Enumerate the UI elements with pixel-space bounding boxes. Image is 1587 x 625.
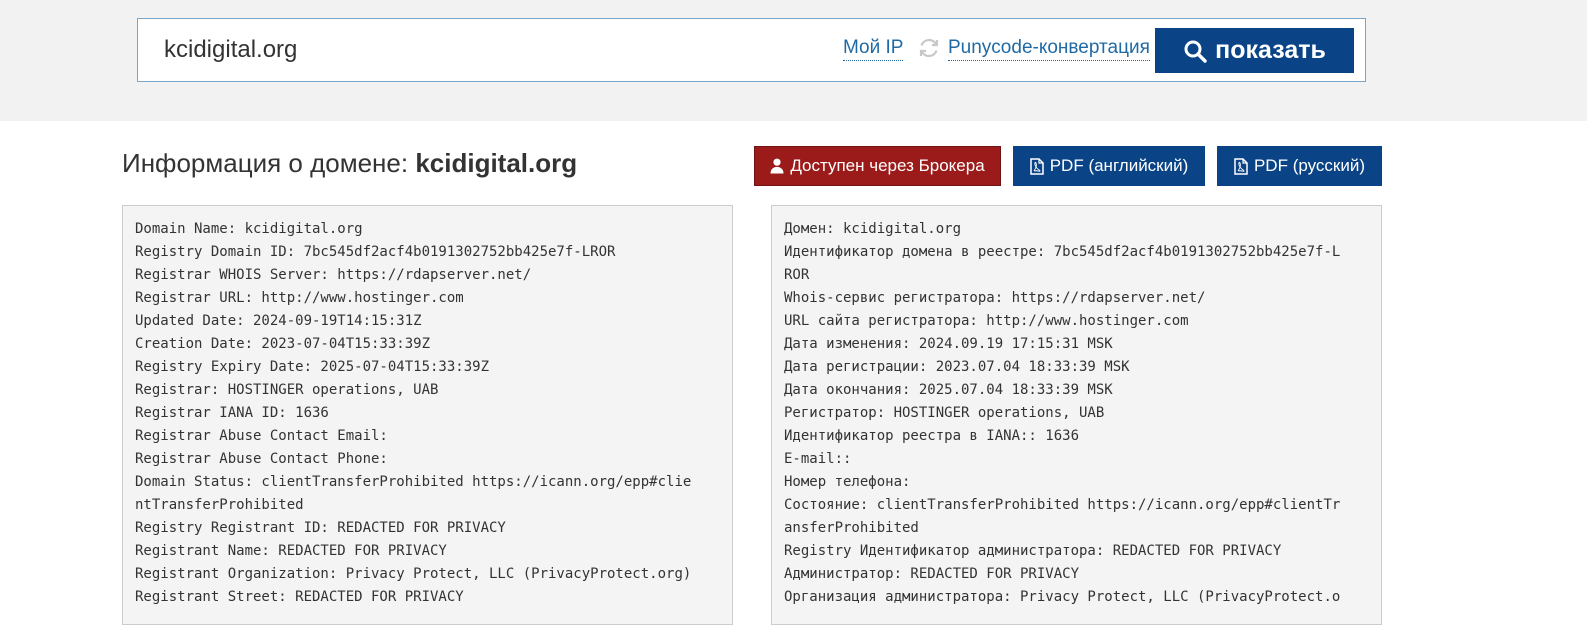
whois-line: Registry Domain ID: 7bc545df2acf4b019130…	[135, 244, 616, 260]
whois-line: ansferProhibited	[784, 520, 919, 536]
pdf-english-button[interactable]: PDF (английский)	[1013, 146, 1205, 186]
whois-line: Domain Name: kcidigital.org	[135, 221, 363, 237]
whois-line: Registrar Abuse Contact Phone:	[135, 451, 388, 467]
whois-line: Организация администратора: Privacy Prot…	[784, 589, 1341, 605]
whois-line: Registrar URL: http://www.hostinger.com	[135, 290, 464, 306]
broker-button-label: Доступен через Брокера	[790, 156, 985, 175]
show-button-label: показать	[1215, 36, 1326, 64]
whois-line: Registry Registrant ID: REDACTED FOR PRI…	[135, 520, 506, 536]
whois-line: URL сайта регистратора: http://www.hosti…	[784, 313, 1189, 329]
whois-line: Registry Expiry Date: 2025-07-04T15:33:3…	[135, 359, 490, 375]
whois-line: Updated Date: 2024-09-19T14:15:31Z	[135, 313, 422, 329]
search-box: Мой IP Punycode-конвертация показать	[137, 18, 1366, 82]
whois-line: Дата регистрации: 2023.07.04 18:33:39 MS…	[784, 359, 1130, 375]
user-icon	[770, 158, 784, 174]
pdf-russian-label: PDF (русский)	[1253, 156, 1366, 175]
whois-line: Registrant Organization: Privacy Protect…	[135, 566, 692, 582]
pdf-file-icon	[1234, 157, 1248, 175]
whois-line: Дата изменения: 2024.09.19 17:15:31 MSK	[784, 336, 1113, 352]
whois-line: Домен: kcidigital.org	[784, 221, 962, 237]
whois-line: Дата окончания: 2025.07.04 18:33:39 MSK	[784, 382, 1113, 398]
whois-line: Registrar WHOIS Server: https://rdapserv…	[135, 267, 532, 283]
whois-line: Whois-сервис регистратора: https://rdaps…	[784, 290, 1206, 306]
whois-line: ntTransferProhibited	[135, 497, 304, 513]
page-title-domain: kcidigital.org	[415, 148, 578, 178]
whois-line: Registrar Abuse Contact Email:	[135, 428, 388, 444]
whois-line: Registrar IANA ID: 1636	[135, 405, 329, 421]
whois-russian-panel: Домен: kcidigital.org Идентификатор доме…	[771, 205, 1382, 625]
whois-line: Registry Идентификатор администратора: R…	[784, 543, 1282, 559]
punycode-link[interactable]: Punycode-конвертация	[948, 36, 1150, 61]
page-title-prefix: Информация о домене:	[122, 148, 416, 178]
broker-button[interactable]: Доступен через Брокера	[754, 146, 1001, 186]
whois-line: Registrant Street: REDACTED FOR PRIVACY	[135, 589, 464, 605]
whois-line: Состояние: clientTransferProhibited http…	[784, 497, 1341, 513]
whois-line: ROR	[784, 267, 810, 283]
domain-search-input[interactable]	[164, 33, 804, 67]
pdf-english-label: PDF (английский)	[1049, 156, 1189, 175]
whois-line: Регистратор: HOSTINGER operations, UAB	[784, 405, 1105, 421]
show-button[interactable]: показать	[1155, 28, 1354, 73]
pdf-russian-button[interactable]: PDF (русский)	[1217, 146, 1382, 186]
my-ip-link[interactable]: Мой IP	[843, 36, 904, 61]
whois-line: Registrant Name: REDACTED FOR PRIVACY	[135, 543, 447, 559]
whois-english-panel: Domain Name: kcidigital.org Registry Dom…	[122, 205, 733, 625]
whois-line: Domain Status: clientTransferProhibited …	[135, 474, 692, 490]
whois-line: Creation Date: 2023-07-04T15:33:39Z	[135, 336, 431, 352]
refresh-icon[interactable]	[917, 36, 941, 60]
search-icon	[1184, 40, 1207, 63]
whois-line: Номер телефона:	[784, 474, 911, 490]
whois-line: Идентификатор реестра в IANA:: 1636	[784, 428, 1080, 444]
page-title: Информация о домене: kcidigital.org	[122, 148, 577, 179]
whois-line: E-mail::	[784, 451, 852, 467]
whois-line: Идентификатор домена в реестре: 7bc545df…	[784, 244, 1341, 260]
pdf-file-icon	[1029, 157, 1044, 175]
whois-line: Registrar: HOSTINGER operations, UAB	[135, 382, 439, 398]
whois-line: Администратор: REDACTED FOR PRIVACY	[784, 566, 1080, 582]
